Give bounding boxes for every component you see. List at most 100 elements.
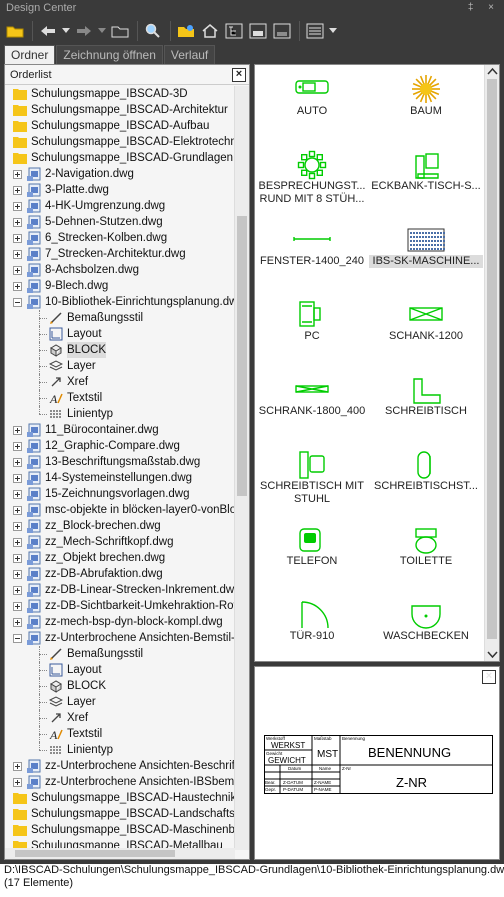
tree-folder-item[interactable]: Schulungsmappe_IBSCAD-Aufbau <box>5 118 235 134</box>
block-item[interactable]: SCHANK-1200 <box>369 296 483 371</box>
expand-icon[interactable] <box>13 282 22 291</box>
tree-drawing-item[interactable]: 12_Graphic-Compare.dwg <box>5 438 235 454</box>
tree-folder-item[interactable]: Schulungsmappe_IBSCAD-Grundlagen <box>5 150 235 166</box>
tree-horizontal-scrollbar[interactable] <box>5 848 235 859</box>
tree-drawing-item[interactable]: 9-Blech.dwg <box>5 278 235 294</box>
block-item[interactable]: TÜR-910 <box>255 596 369 661</box>
tree-node-item[interactable]: Layout <box>5 326 235 342</box>
tree-drawing-item[interactable]: zz_Mech-Schriftkopf.dwg <box>5 534 235 550</box>
expand-icon[interactable] <box>13 602 22 611</box>
back-button[interactable] <box>37 20 59 42</box>
views-dropdown[interactable] <box>328 20 338 42</box>
block-item[interactable]: SCHREIBTISCH <box>369 371 483 446</box>
tab-verlauf[interactable]: Verlauf <box>163 45 216 64</box>
views-button[interactable] <box>304 20 326 42</box>
back-dropdown[interactable] <box>61 20 71 42</box>
scroll-down-icon[interactable] <box>486 648 499 660</box>
load-button[interactable] <box>4 20 26 42</box>
tree-folder-item[interactable]: Schulungsmappe_IBSCAD-3D <box>5 86 235 102</box>
tree-hscroll-thumb[interactable] <box>15 850 175 857</box>
tree-node-item[interactable]: Layer <box>5 694 235 710</box>
tree-node-item[interactable]: BLOCK <box>5 342 235 358</box>
expand-icon[interactable] <box>13 506 22 515</box>
preview-close-button[interactable]: × <box>482 670 496 684</box>
block-item[interactable]: TOILETTE <box>369 521 483 596</box>
tree-node-item[interactable]: Layout <box>5 662 235 678</box>
tree-folder-item[interactable]: Schulungsmappe_IBSCAD-Architektur <box>5 102 235 118</box>
forward-button[interactable] <box>73 20 95 42</box>
block-item[interactable]: TELEFON <box>255 521 369 596</box>
content-scroll-thumb[interactable] <box>487 79 497 639</box>
tree-drawing-item[interactable]: zz-Unterbrochene Ansichten-Beschriftu <box>5 758 235 774</box>
block-item[interactable]: SCHREIBTISCHST... <box>369 446 483 521</box>
preview-button[interactable] <box>247 20 269 42</box>
tree-node-item[interactable]: A Textstil <box>5 726 235 742</box>
tree-drawing-item[interactable]: zz-DB-Sichtbarkeit-Umkehraktion-Rotat <box>5 598 235 614</box>
tree-scroll-thumb[interactable] <box>237 216 247 496</box>
block-item[interactable]: IBS-SK-MASCHINE... <box>369 221 483 296</box>
expand-icon[interactable] <box>13 266 22 275</box>
tree-toggle-button[interactable] <box>223 20 245 42</box>
tab-ordner[interactable]: Ordner <box>4 45 56 64</box>
expand-icon[interactable] <box>13 458 22 467</box>
tree-drawing-item[interactable]: 3-Platte.dwg <box>5 182 235 198</box>
tree-folder-item[interactable]: Schulungsmappe_IBSCAD-Landschaftsarc <box>5 806 235 822</box>
tree-node-item[interactable]: Bemaßungsstil <box>5 646 235 662</box>
tree-folder-item[interactable]: Schulungsmappe_IBSCAD-Maschinenbau <box>5 822 235 838</box>
tab-zeichnung-oeffnen[interactable]: Zeichnung öffnen <box>56 45 163 64</box>
tree-drawing-item[interactable]: zz_Block-brechen.dwg <box>5 518 235 534</box>
tree-vertical-scrollbar[interactable] <box>234 86 249 850</box>
tree-drawing-item[interactable]: 4-HK-Umgrenzung.dwg <box>5 198 235 214</box>
home-button[interactable] <box>199 20 221 42</box>
tree-node-item[interactable]: Linientyp <box>5 742 235 758</box>
tree-node-item[interactable]: Layer <box>5 358 235 374</box>
tree-drawing-item[interactable]: 10-Bibliothek-Einrichtungsplanung.dwg <box>5 294 235 310</box>
tree-node-item[interactable]: A Textstil <box>5 390 235 406</box>
tree-drawing-item[interactable]: 15-Zeichnungsvorlagen.dwg <box>5 486 235 502</box>
tree-folder-item[interactable]: Schulungsmappe_IBSCAD-Elektrotechnik <box>5 134 235 150</box>
tree-drawing-item[interactable]: 8-Achsbolzen.dwg <box>5 262 235 278</box>
tree-drawing-item[interactable]: 2-Navigation.dwg <box>5 166 235 182</box>
tree-node-item[interactable]: Xref <box>5 710 235 726</box>
tree-node-item[interactable]: Bemaßungsstil <box>5 310 235 326</box>
tree-node-item[interactable]: Xref <box>5 374 235 390</box>
expand-icon[interactable] <box>13 522 22 531</box>
expand-icon[interactable] <box>13 570 22 579</box>
forward-dropdown[interactable] <box>97 20 107 42</box>
block-item[interactable]: SCHRANK-1800_400 <box>255 371 369 446</box>
expand-icon[interactable] <box>13 186 22 195</box>
tree-drawing-item[interactable]: msc-objekte in blöcken-layer0-vonBlock <box>5 502 235 518</box>
tree-node-item[interactable]: BLOCK <box>5 678 235 694</box>
expand-icon[interactable] <box>13 250 22 259</box>
tree-drawing-item[interactable]: zz-Unterbrochene Ansichten-IBSbemas <box>5 774 235 790</box>
expand-icon[interactable] <box>13 554 22 563</box>
tree-drawing-item[interactable]: zz-mech-bsp-dyn-block-kompl.dwg <box>5 614 235 630</box>
expand-icon[interactable] <box>13 778 22 787</box>
block-item[interactable]: BESPRECHUNGST... RUND MIT 8 STÜH... <box>255 146 369 221</box>
collapse-icon[interactable] <box>13 634 22 643</box>
expand-icon[interactable] <box>13 442 22 451</box>
expand-icon[interactable] <box>13 234 22 243</box>
expand-icon[interactable] <box>13 762 22 771</box>
content-vertical-scrollbar[interactable] <box>484 65 499 661</box>
block-item[interactable]: PC <box>255 296 369 371</box>
expand-icon[interactable] <box>13 170 22 179</box>
tree-drawing-item[interactable]: 7_Strecken-Architektur.dwg <box>5 246 235 262</box>
tree-drawing-item[interactable]: zz_Objekt brechen.dwg <box>5 550 235 566</box>
tree-drawing-item[interactable]: zz-Unterbrochene Ansichten-Bemstil-oh <box>5 630 235 646</box>
expand-icon[interactable] <box>13 218 22 227</box>
block-item[interactable]: AUTO <box>255 71 369 146</box>
expand-icon[interactable] <box>13 586 22 595</box>
tree-drawing-item[interactable]: 5-Dehnen-Stutzen.dwg <box>5 214 235 230</box>
tree-close-button[interactable]: × <box>232 68 246 82</box>
tree-drawing-item[interactable]: zz-DB-Abrufaktion.dwg <box>5 566 235 582</box>
collapse-icon[interactable] <box>13 298 22 307</box>
description-button[interactable] <box>271 20 293 42</box>
tree-folder-item[interactable]: Schulungsmappe_IBSCAD-Haustechnik <box>5 790 235 806</box>
tree-node-item[interactable]: Linientyp <box>5 406 235 422</box>
expand-icon[interactable] <box>13 538 22 547</box>
title-bar-icons[interactable]: ‡ × <box>468 0 500 16</box>
title-bar[interactable]: Design Center ‡ × <box>0 0 504 16</box>
expand-icon[interactable] <box>13 202 22 211</box>
tree-drawing-item[interactable]: 11_Bürocontainer.dwg <box>5 422 235 438</box>
